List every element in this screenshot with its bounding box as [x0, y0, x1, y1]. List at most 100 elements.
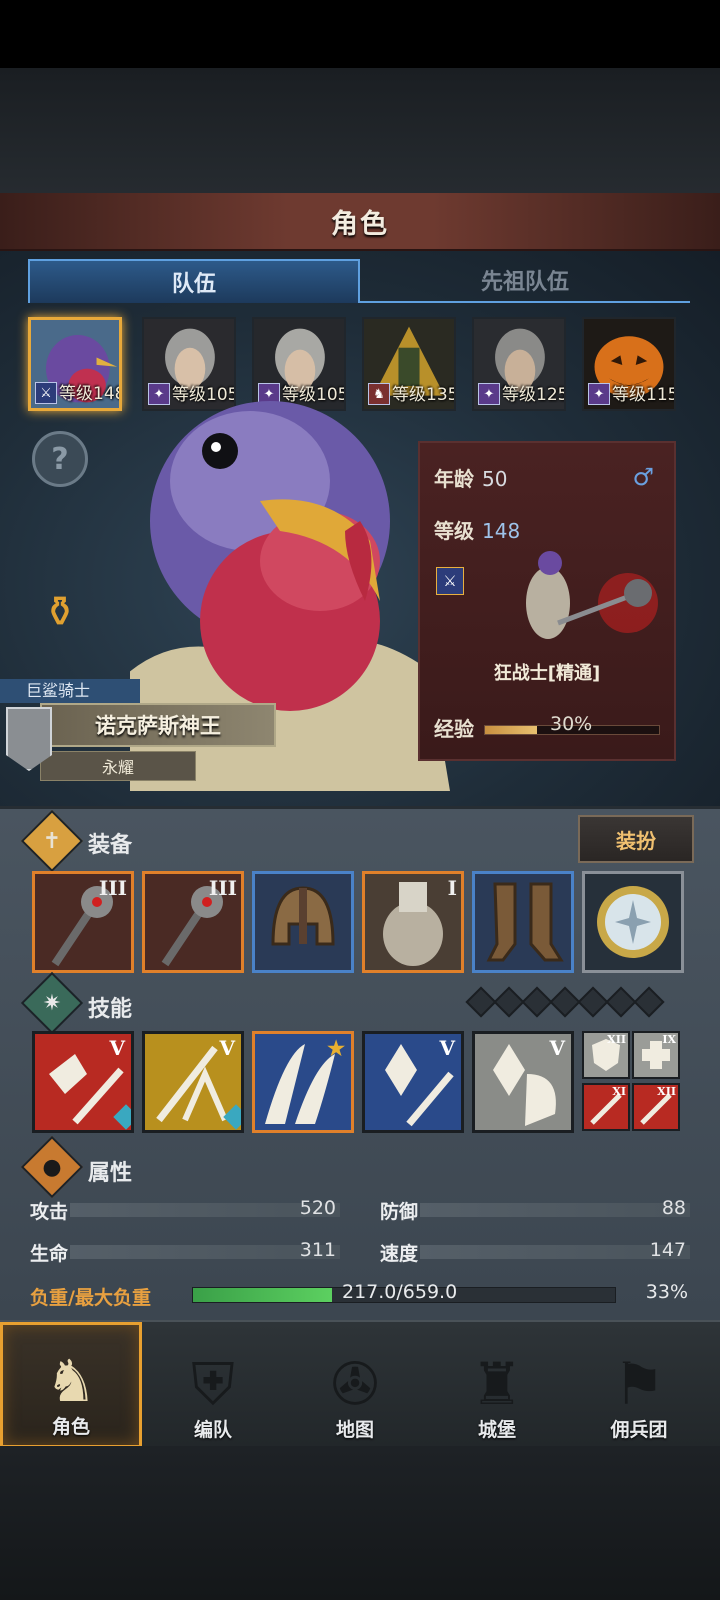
character-rank: 永耀	[40, 751, 196, 781]
health-label: 生命	[30, 1243, 69, 1265]
skill-slot-3[interactable]: ★	[252, 1031, 354, 1133]
load-fill	[193, 1288, 333, 1302]
nav-label: 编队	[193, 1419, 232, 1441]
tier-label: I	[447, 876, 457, 900]
compass-icon: ✇	[330, 1350, 380, 1418]
nav-formation[interactable]: ⛨ 编队	[142, 1322, 284, 1448]
party-level: 等级148	[59, 384, 122, 404]
skill-slot-2[interactable]: V	[142, 1031, 244, 1133]
help-button[interactable]: ?	[32, 431, 88, 487]
party-member-1[interactable]: ⚔ 等级148	[28, 317, 122, 411]
bag-icon[interactable]: ⚱	[30, 581, 90, 641]
tab-team[interactable]: 队伍	[28, 259, 360, 303]
title-bar: 角色	[0, 193, 720, 251]
age-label: 年龄	[434, 467, 474, 491]
tier-label: III	[98, 876, 127, 900]
party-level: 等级125	[502, 385, 566, 405]
defense-label: 防御	[380, 1201, 419, 1223]
load-percent: 33%	[645, 1281, 688, 1303]
bottom-nav: ♞ 角色 ⛨ 编队 ✇ 地图 ♜ 城堡 ⚑ 佣兵团	[0, 1320, 720, 1448]
skill-star-icon: ★	[327, 1036, 345, 1060]
page-title: 角色	[331, 208, 389, 240]
character-info-panel: 年龄 50 ♂ 等级 148 ⚔ 狂战士[精通] 经验 30%	[418, 441, 676, 761]
castle-icon: ♜	[471, 1350, 523, 1418]
character-title: 巨鲨骑士	[0, 679, 140, 703]
skill-rank: V	[549, 1036, 565, 1060]
passive-skill-2[interactable]: IX	[632, 1031, 680, 1079]
skill-point-icon	[605, 986, 637, 1018]
attributes-section-icon: ●	[20, 1135, 84, 1199]
passive-skill-1[interactable]: XII	[582, 1031, 630, 1079]
exp-fill	[485, 726, 538, 734]
dress-up-button[interactable]: 装扮	[578, 815, 694, 863]
skill-rank: XII	[607, 1033, 626, 1046]
nav-label: 佣兵团	[610, 1419, 668, 1441]
nav-character[interactable]: ♞ 角色	[0, 1322, 142, 1448]
equip-slot-armor[interactable]: I	[362, 871, 464, 973]
nav-mercenary[interactable]: ⚑ 佣兵团	[568, 1322, 710, 1448]
tab-ancestor-team[interactable]: 先祖队伍	[360, 259, 690, 303]
level-label: 等级	[434, 519, 474, 543]
speed-label: 速度	[380, 1243, 419, 1265]
party-member-6[interactable]: ✦ 等级115	[582, 317, 676, 411]
skill-rank: V	[439, 1036, 455, 1060]
skill-point-icon	[633, 986, 665, 1018]
banner-icon: ⚑	[613, 1350, 665, 1418]
skill-rank: V	[219, 1036, 235, 1060]
class-name: 狂战士[精通]	[493, 663, 601, 684]
skill-rank: IX	[662, 1033, 676, 1046]
male-icon: ♂	[632, 463, 654, 491]
nav-label: 城堡	[477, 1419, 516, 1441]
equip-slot-weapon[interactable]: III	[32, 871, 134, 973]
armor-icon	[365, 874, 461, 970]
class-icon: ✦	[588, 383, 610, 405]
attack-label: 攻击	[30, 1201, 69, 1223]
skill-slot-5[interactable]: V	[472, 1031, 574, 1133]
exp-percent: 30%	[550, 713, 593, 735]
skill-slot-4[interactable]: V	[362, 1031, 464, 1133]
equip-slot-offhand[interactable]: III	[142, 871, 244, 973]
skill-point-icon	[577, 986, 609, 1018]
nav-label: 角色	[51, 1416, 90, 1438]
class-icon: ⚔	[436, 567, 464, 595]
details-panel: ✝ 装备 装扮 III III I ✷ 技能 V V ★ V V XII IX …	[0, 806, 720, 1320]
age-value: 50	[482, 467, 508, 491]
skill-rank: XI	[612, 1085, 626, 1098]
passive-skill-3[interactable]: XI	[582, 1083, 630, 1131]
level-value: 148	[482, 519, 521, 543]
skill-rank: V	[109, 1036, 125, 1060]
status-bar	[0, 0, 720, 68]
tier-label: III	[208, 876, 237, 900]
skill-rank: XII	[657, 1085, 676, 1098]
knight-icon: ♞	[45, 1347, 97, 1415]
nav-map[interactable]: ✇ 地图	[284, 1322, 426, 1448]
character-name[interactable]: 诺克萨斯神王	[40, 703, 276, 747]
character-stage: 队伍 先祖队伍 ⚔ 等级148 ✦ 等级105 ✦ 等级105 ♞ 等级135	[0, 251, 720, 806]
skill-point-icon	[493, 986, 525, 1018]
attack-value: 520	[299, 1197, 336, 1219]
equipment-label: 装备	[88, 833, 133, 858]
equip-slot-helmet[interactable]	[252, 871, 354, 973]
class-icon: ⚔	[35, 382, 57, 404]
load-value: 217.0/659.0	[342, 1281, 458, 1303]
passive-skill-4[interactable]: XII	[632, 1083, 680, 1131]
class-icon: ✦	[478, 383, 500, 405]
skill-point-icon	[521, 986, 553, 1018]
nav-castle[interactable]: ♜ 城堡	[426, 1322, 568, 1448]
load-label: 负重/最大负重	[30, 1287, 151, 1309]
bottom-backdrop	[0, 1446, 720, 1600]
skill-point-icon	[465, 986, 497, 1018]
helmet-group-icon: ⛨	[191, 1350, 235, 1418]
skill-point-icon	[549, 986, 581, 1018]
top-backdrop	[0, 68, 720, 193]
skills-label: 技能	[88, 997, 133, 1022]
skills-section-icon: ✷	[20, 971, 84, 1035]
skill-slot-1[interactable]: V	[32, 1031, 134, 1133]
party-member-5[interactable]: ✦ 等级125	[472, 317, 566, 411]
defense-value: 88	[661, 1197, 686, 1219]
equip-slot-boots[interactable]	[472, 871, 574, 973]
equip-slot-accessory[interactable]	[582, 871, 684, 973]
skill-points-indicator	[465, 986, 665, 1018]
party-level: 等级115	[612, 385, 676, 405]
helmet-icon	[271, 886, 335, 946]
